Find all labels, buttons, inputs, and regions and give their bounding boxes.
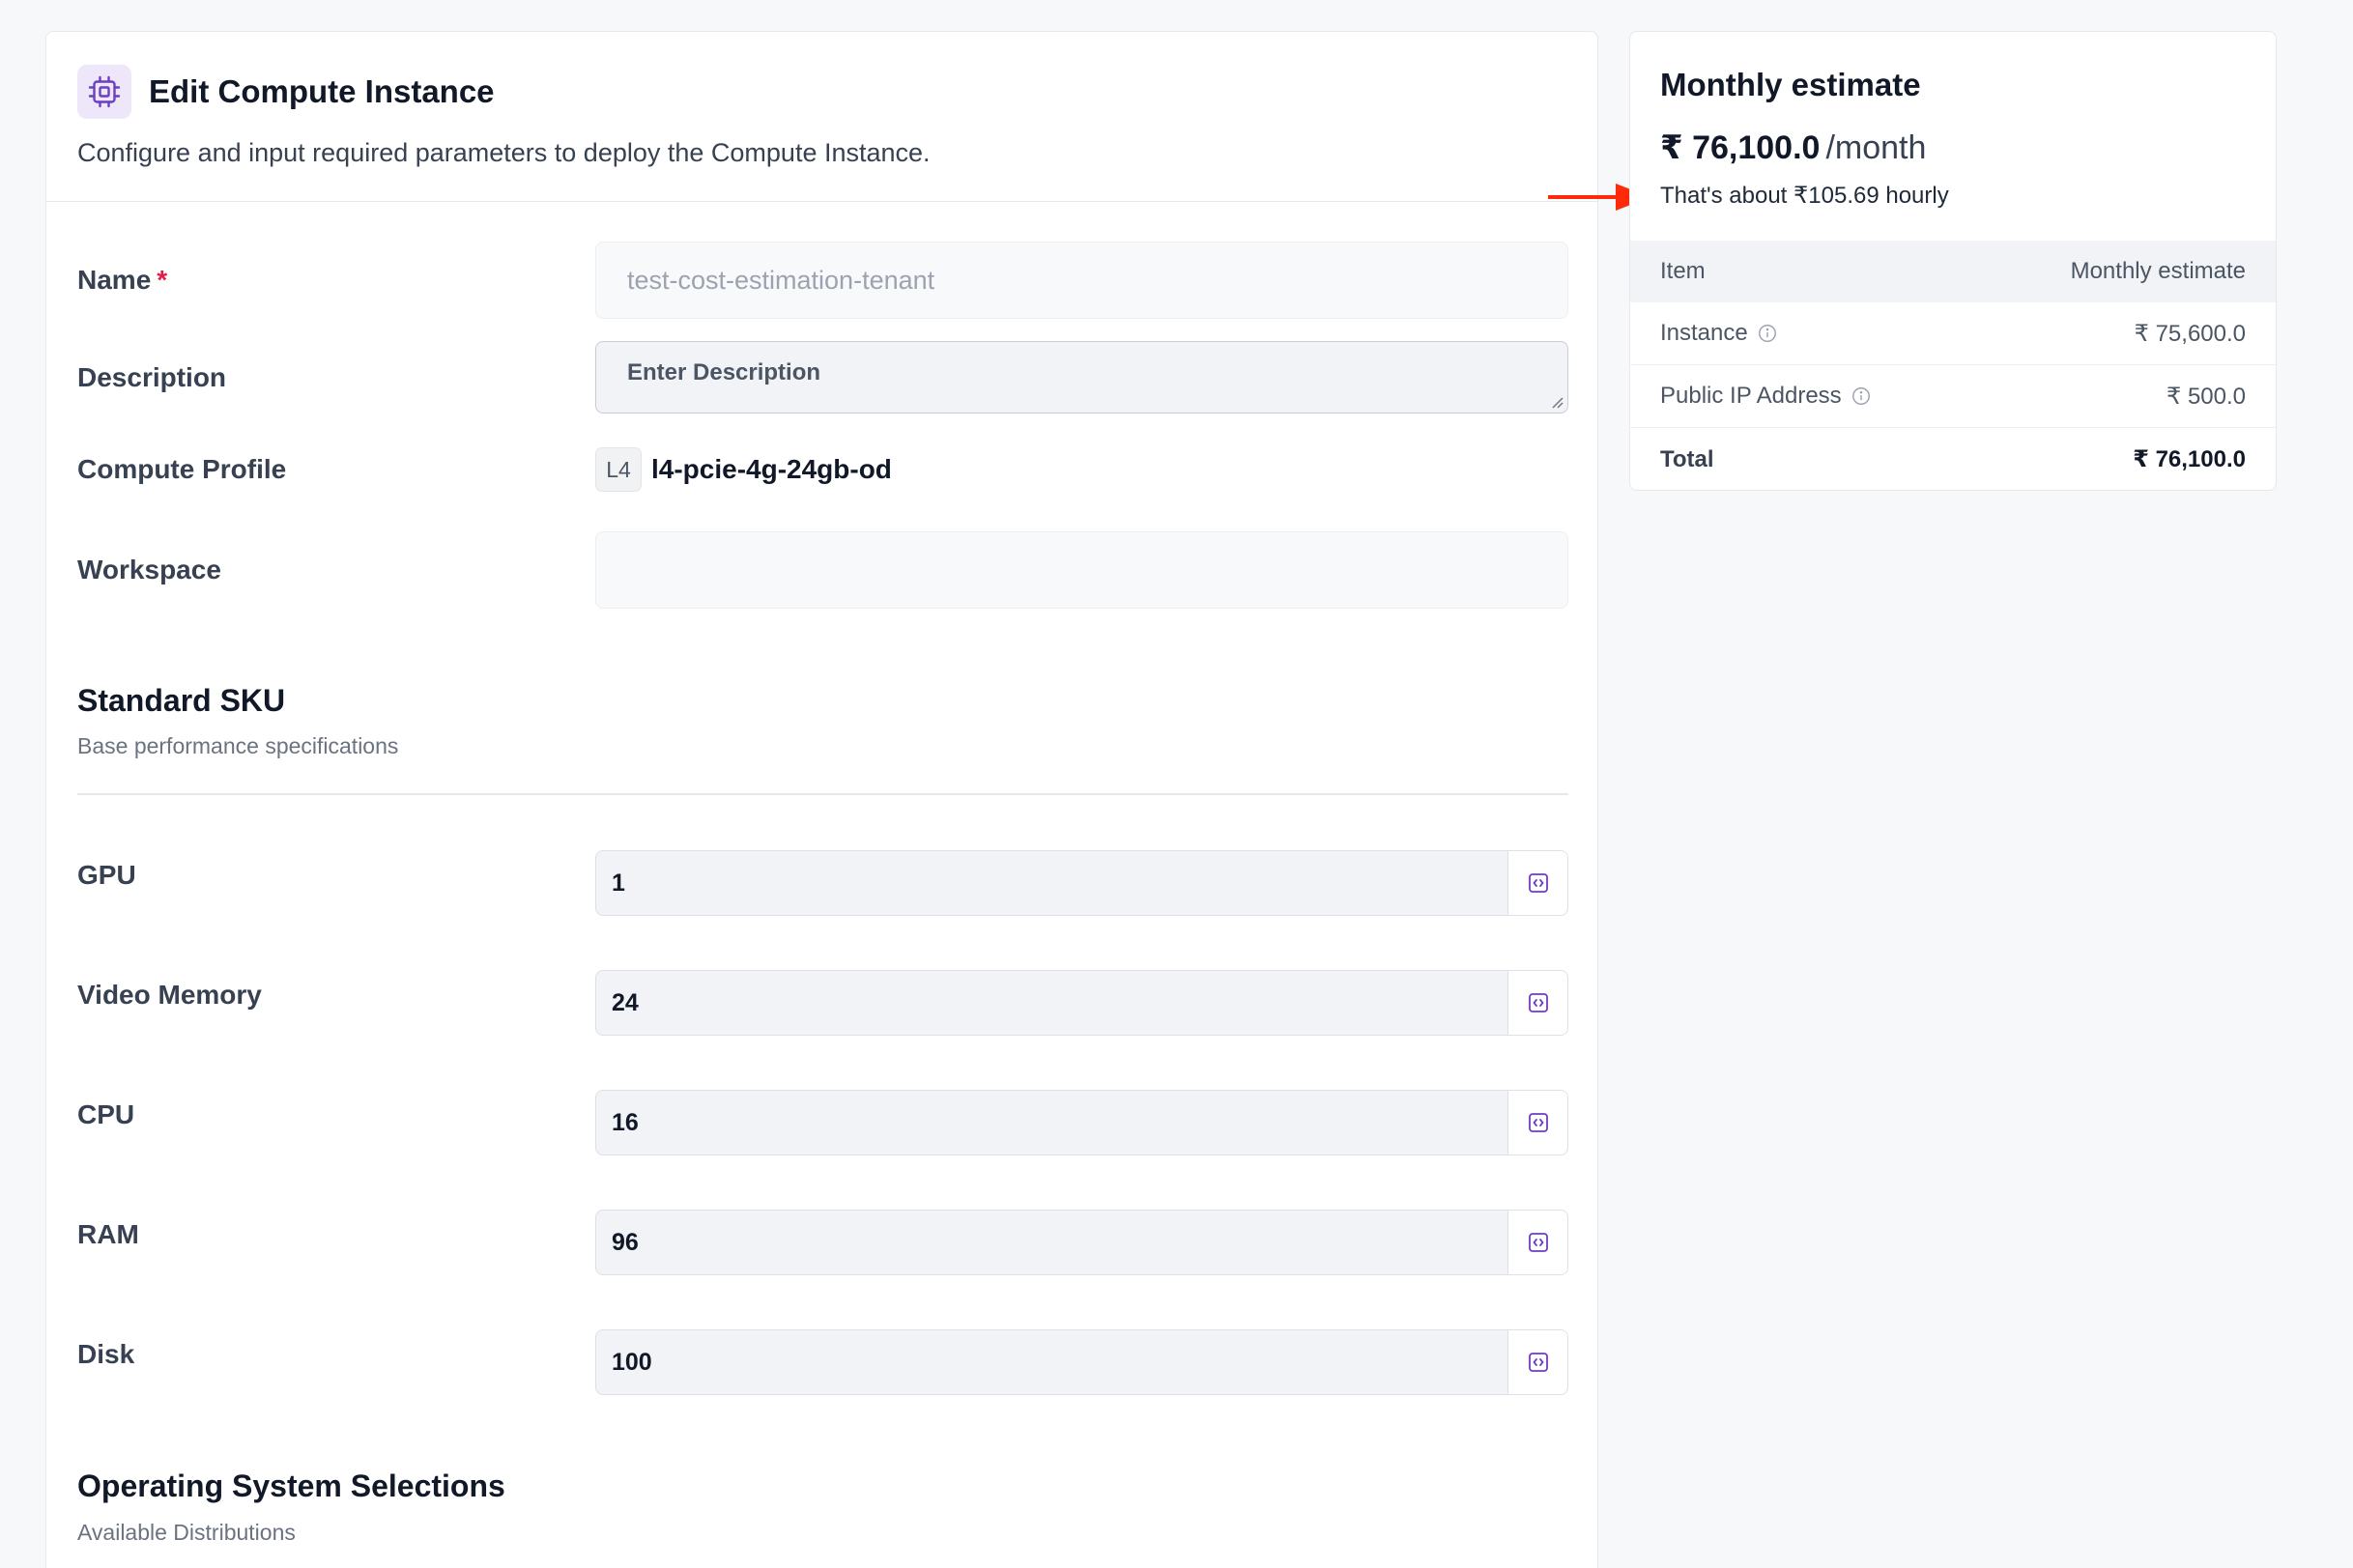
video-memory-value[interactable]: 24: [596, 971, 1507, 1035]
name-input[interactable]: test-cost-estimation-tenant: [595, 242, 1568, 319]
compute-profile-label: Compute Profile: [77, 454, 287, 484]
standard-sku-subtitle: Base performance specifications: [77, 733, 399, 758]
gpu-value[interactable]: 1: [596, 851, 1507, 915]
gpu-code-toggle-button[interactable]: [1507, 851, 1567, 915]
item-estimate: ₹ 500.0: [2166, 383, 2246, 410]
item-name: Instance: [1660, 320, 1748, 346]
table-row: Instance ₹ 75,600.0: [1630, 302, 2276, 365]
compute-profile-value: L4 l4-pcie-4g-24gb-od: [595, 447, 892, 492]
cpu-value[interactable]: 16: [596, 1091, 1507, 1155]
cpu-chip-icon: [77, 65, 131, 119]
video-memory-label: Video Memory: [77, 980, 262, 1010]
section-divider: [77, 793, 1568, 795]
estimate-hourly: That's about ₹105.69 hourly: [1660, 183, 1949, 209]
disk-value[interactable]: 100: [596, 1330, 1507, 1394]
estimate-table-header: Item Monthly estimate: [1630, 241, 2276, 302]
disk-label: Disk: [77, 1339, 135, 1369]
description-placeholder: Enter Description: [627, 359, 821, 385]
item-estimate: ₹ 75,600.0: [2134, 320, 2246, 347]
cpu-input[interactable]: 16: [595, 1090, 1568, 1155]
estimate-table: Item Monthly estimate Instance ₹ 75,600.…: [1630, 241, 2276, 490]
workspace-input[interactable]: [595, 531, 1568, 609]
video-memory-code-toggle-button[interactable]: [1507, 971, 1567, 1035]
compute-profile-name: l4-pcie-4g-24gb-od: [651, 454, 892, 484]
video-memory-input[interactable]: 24: [595, 970, 1568, 1036]
compute-profile-field-row: Compute Profile L4 l4-pcie-4g-24gb-od: [77, 447, 1568, 492]
required-asterisk: *: [157, 265, 168, 295]
ram-value[interactable]: 96: [596, 1211, 1507, 1274]
code-brackets-icon: [1528, 1233, 1548, 1252]
disk-code-toggle-button[interactable]: [1507, 1330, 1567, 1394]
name-label: Name *: [77, 265, 168, 295]
info-icon[interactable]: [1757, 323, 1778, 344]
total-value: ₹ 76,100.0: [2133, 446, 2246, 472]
standard-sku-title: Standard SKU: [77, 683, 286, 718]
column-header-item: Item: [1660, 258, 1706, 284]
estimate-price: ₹ 76,100.0/month: [1660, 128, 1926, 167]
gpu-label: GPU: [77, 860, 136, 890]
monthly-estimate-card: Monthly estimate ₹ 76,100.0/month That's…: [1629, 31, 2277, 491]
cpu-label: CPU: [77, 1099, 135, 1129]
gpu-type-chip: L4: [595, 447, 642, 492]
column-header-estimate: Monthly estimate: [2070, 258, 2246, 284]
compute-instance-form-card: Edit Compute Instance Configure and inpu…: [45, 31, 1598, 1568]
code-brackets-icon: [1528, 1113, 1548, 1132]
workspace-label: Workspace: [77, 555, 221, 584]
page-title: Edit Compute Instance: [149, 73, 495, 109]
code-brackets-icon: [1528, 993, 1548, 1012]
form-header: Edit Compute Instance Configure and inpu…: [46, 32, 1597, 202]
description-textarea[interactable]: Enter Description: [595, 341, 1568, 413]
code-brackets-icon: [1528, 873, 1548, 893]
code-brackets-icon: [1528, 1353, 1548, 1372]
os-selection-subtitle: Available Distributions: [77, 1520, 296, 1545]
disk-input[interactable]: 100: [595, 1329, 1568, 1395]
description-field-row: Description Enter Description: [77, 341, 1568, 413]
item-name: Public IP Address: [1660, 383, 1842, 409]
page-subtitle: Configure and input required parameters …: [77, 138, 931, 167]
cpu-code-toggle-button[interactable]: [1507, 1091, 1567, 1155]
description-label: Description: [77, 361, 227, 392]
table-row: Public IP Address ₹ 500.0: [1630, 365, 2276, 428]
info-icon[interactable]: [1851, 385, 1872, 407]
ram-label: RAM: [77, 1219, 139, 1249]
workspace-field-row: Workspace: [77, 531, 1568, 609]
name-field-row: Name * test-cost-estimation-tenant: [77, 242, 1568, 319]
ram-input[interactable]: 96: [595, 1210, 1568, 1275]
estimate-amount: ₹ 76,100.0: [1660, 129, 1821, 166]
os-selection-title: Operating System Selections: [77, 1468, 505, 1503]
estimate-period: /month: [1825, 129, 1927, 166]
ram-code-toggle-button[interactable]: [1507, 1211, 1567, 1274]
resize-grip-icon[interactable]: [1550, 395, 1564, 409]
page: Edit Compute Instance Configure and inpu…: [0, 0, 2353, 1568]
total-label: Total: [1660, 445, 1714, 472]
estimate-title: Monthly estimate: [1660, 67, 1921, 102]
gpu-input[interactable]: 1: [595, 850, 1568, 916]
total-row: Total ₹ 76,100.0: [1630, 428, 2276, 490]
